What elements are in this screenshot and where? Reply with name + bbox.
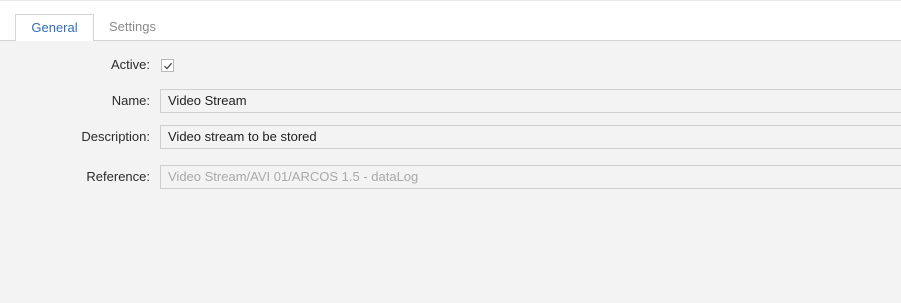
description-label: Description:: [81, 129, 150, 144]
general-tab-content: Active: Name: Video Stream Description: …: [0, 41, 901, 303]
active-label: Active:: [110, 57, 150, 72]
description-field[interactable]: Video stream to be stored: [160, 125, 901, 149]
reference-field[interactable]: Video Stream/AVI 01/ARCOS 1.5 - dataLog: [160, 165, 901, 189]
active-checkbox[interactable]: [161, 59, 174, 72]
reference-label: Reference:: [86, 169, 150, 184]
tab-general[interactable]: General: [15, 14, 94, 43]
reference-row: Reference: Video Stream/AVI 01/ARCOS 1.5…: [0, 165, 901, 189]
description-row: Description: Video stream to be stored: [0, 125, 901, 149]
name-label: Name:: [111, 93, 150, 108]
tab-settings[interactable]: Settings: [109, 14, 156, 42]
tab-strip: General Settings: [0, 0, 901, 43]
properties-panel: General Settings Active: Name: Video Str…: [0, 0, 901, 303]
check-icon: [164, 62, 173, 70]
active-row: Active:: [0, 53, 901, 77]
name-row: Name: Video Stream: [0, 89, 901, 113]
name-field[interactable]: Video Stream: [160, 89, 901, 113]
